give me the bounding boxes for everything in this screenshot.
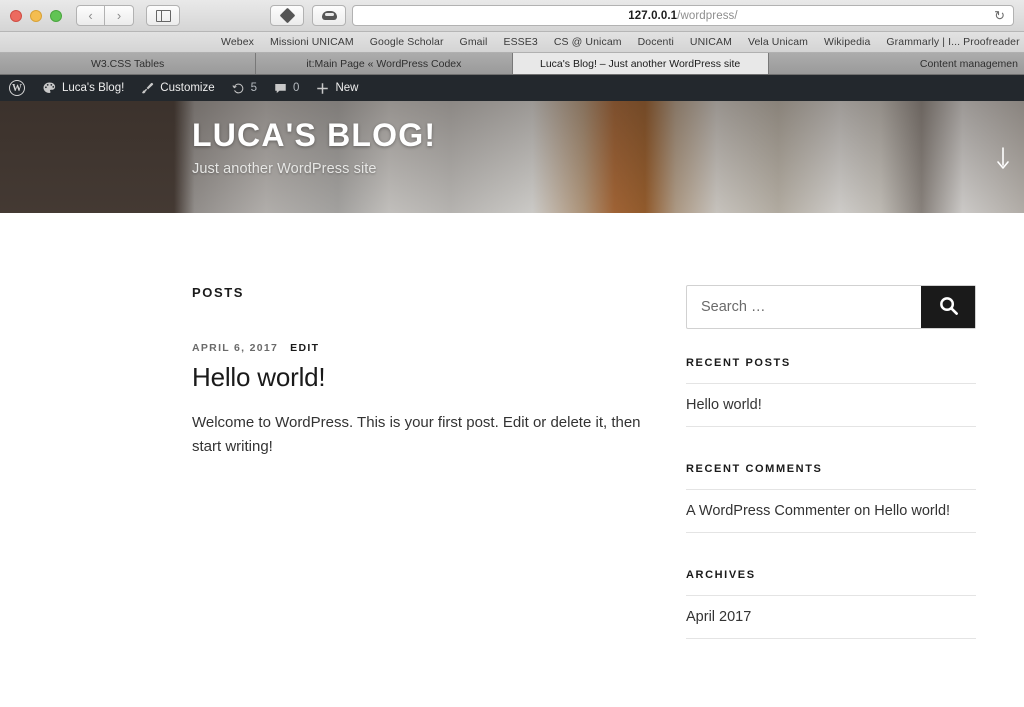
- admin-bar-site-name[interactable]: Luca's Blog!: [34, 75, 132, 101]
- admin-bar-updates-count: 5: [250, 82, 258, 94]
- site-header: LUCA'S BLOG! Just another WordPress site: [0, 101, 1024, 213]
- navigation-buttons: ‹ ›: [76, 5, 134, 26]
- diamond-extension-button[interactable]: [270, 5, 304, 26]
- archive-link[interactable]: April 2017: [686, 609, 751, 625]
- widget-list: April 2017: [686, 595, 976, 639]
- bookmarks-bar: Webex Missioni UNICAM Google Scholar Gma…: [0, 32, 1024, 53]
- comment-bubble-icon: [273, 81, 288, 96]
- post-article: APRIL 6, 2017 EDIT Hello world! Welcome …: [192, 342, 662, 460]
- bookmark-item[interactable]: Vela Unicam: [740, 36, 816, 48]
- widget-title: ARCHIVES: [686, 569, 756, 581]
- bookmark-item[interactable]: ESSE3: [495, 36, 545, 48]
- bookmark-item[interactable]: Google Scholar: [362, 36, 452, 48]
- address-bar-text: 127.0.0.1/wordpress/: [628, 10, 737, 22]
- address-bar[interactable]: 127.0.0.1/wordpress/ ↻: [352, 5, 1014, 26]
- bookmark-item[interactable]: Grammarly | I... Proofreader: [878, 36, 1024, 48]
- admin-bar-customize[interactable]: Customize: [132, 75, 222, 101]
- widget-title: RECENT POSTS: [686, 357, 791, 369]
- admin-bar-comments-count: 0: [293, 82, 300, 94]
- address-path: /wordpress/: [677, 9, 738, 22]
- toggle-sidebar-button[interactable]: [146, 5, 180, 26]
- widget-list: Hello world!: [686, 383, 976, 427]
- recent-post-link[interactable]: Hello world!: [686, 397, 762, 413]
- bookmark-item[interactable]: Webex: [213, 36, 262, 48]
- post-excerpt: Welcome to WordPress. This is your first…: [192, 414, 641, 456]
- updates-icon: [231, 81, 246, 96]
- browser-toolbar: ‹ › 127.0.0.1/wordpress/ ↻: [0, 0, 1024, 32]
- window-controls: [0, 9, 62, 22]
- list-item[interactable]: A WordPress Commenter on Hello world!: [686, 489, 976, 533]
- widget-recent-comments: RECENT COMMENTS A WordPress Commenter on…: [686, 463, 976, 533]
- address-host: 127.0.0.1: [628, 9, 678, 22]
- scroll-down-arrow-icon[interactable]: [994, 146, 1012, 172]
- admin-bar-new-label: New: [335, 82, 359, 94]
- admin-bar-updates[interactable]: 5: [223, 75, 265, 101]
- tab-content-management[interactable]: Content managemen: [768, 53, 1024, 74]
- search-input[interactable]: [687, 286, 921, 328]
- admin-bar-comments[interactable]: 0: [265, 75, 307, 101]
- wp-logo-menu[interactable]: W: [0, 75, 34, 101]
- bookmark-item[interactable]: Gmail: [452, 36, 496, 48]
- sidebar: RECENT POSTS Hello world! RECENT COMMENT…: [686, 285, 976, 639]
- post-edit-link[interactable]: EDIT: [290, 342, 319, 354]
- widget-archives: ARCHIVES April 2017: [686, 569, 976, 639]
- maximize-window-button[interactable]: [50, 9, 62, 22]
- post-title[interactable]: Hello world!: [192, 362, 662, 393]
- site-branding: LUCA'S BLOG! Just another WordPress site: [0, 101, 1024, 177]
- bookmark-item[interactable]: Docenti: [630, 36, 682, 48]
- site-title[interactable]: LUCA'S BLOG!: [192, 118, 1024, 153]
- close-window-button[interactable]: [10, 9, 22, 22]
- forward-button[interactable]: ›: [105, 5, 134, 26]
- primary-column: POSTS APRIL 6, 2017 EDIT Hello world! We…: [192, 285, 662, 639]
- tab-w3css-tables[interactable]: W3.CSS Tables: [0, 53, 257, 74]
- palette-icon: [42, 81, 57, 96]
- bookmark-item[interactable]: CS @ Unicam: [546, 36, 630, 48]
- minimize-window-button[interactable]: [30, 9, 42, 22]
- reload-icon[interactable]: ↻: [994, 9, 1005, 22]
- browser-chrome: ‹ › 127.0.0.1/wordpress/ ↻ Webex Mission…: [0, 0, 1024, 75]
- plus-icon: [315, 81, 330, 96]
- back-button[interactable]: ‹: [76, 5, 105, 26]
- admin-bar-site-name-label: Luca's Blog!: [62, 82, 125, 94]
- site-description: Just another WordPress site: [192, 160, 377, 177]
- widget-recent-posts: RECENT POSTS Hello world!: [686, 357, 976, 427]
- bookmark-item[interactable]: Missioni UNICAM: [262, 36, 362, 48]
- admin-bar-customize-label: Customize: [160, 82, 215, 94]
- chevron-left-icon: ‹: [88, 8, 93, 23]
- posts-section-label: POSTS: [192, 285, 245, 300]
- tab-wordpress-codex[interactable]: it:Main Page « WordPress Codex: [256, 53, 513, 74]
- tab-bar: W3.CSS Tables it:Main Page « WordPress C…: [0, 53, 1024, 75]
- bookmark-item[interactable]: Wikipedia: [816, 36, 878, 48]
- search-submit-button[interactable]: [921, 286, 975, 328]
- paintbrush-icon: [140, 81, 155, 96]
- extension-buttons: [270, 5, 346, 26]
- cloud-extension-icon: [321, 11, 337, 20]
- bookmark-item[interactable]: UNICAM: [682, 36, 740, 48]
- recent-comment-link[interactable]: A WordPress Commenter on Hello world!: [686, 503, 950, 519]
- sidebar-icon: [155, 9, 171, 22]
- bookmarks-list: Webex Missioni UNICAM Google Scholar Gma…: [213, 36, 1024, 48]
- cloud-extension-button[interactable]: [312, 5, 346, 26]
- list-item[interactable]: Hello world!: [686, 383, 976, 427]
- widget-title: RECENT COMMENTS: [686, 463, 823, 475]
- widget-list: A WordPress Commenter on Hello world!: [686, 489, 976, 533]
- apps-grid-icon[interactable]: [8, 37, 11, 47]
- post-meta: APRIL 6, 2017 EDIT: [192, 342, 662, 354]
- list-item[interactable]: April 2017: [686, 595, 976, 639]
- tab-lucas-blog[interactable]: Luca's Blog! – Just another WordPress si…: [512, 53, 769, 74]
- post-date[interactable]: APRIL 6, 2017: [192, 342, 278, 354]
- admin-bar-new-content[interactable]: New: [307, 75, 366, 101]
- wordpress-logo-icon: W: [9, 80, 25, 96]
- wp-admin-bar: W Luca's Blog! Customize 5 0 New: [0, 75, 1024, 101]
- site-content: POSTS APRIL 6, 2017 EDIT Hello world! We…: [0, 213, 1024, 707]
- chevron-right-icon: ›: [116, 8, 122, 23]
- search-icon: [938, 295, 959, 319]
- search-form: [686, 285, 976, 329]
- diamond-extension-icon: [279, 7, 295, 24]
